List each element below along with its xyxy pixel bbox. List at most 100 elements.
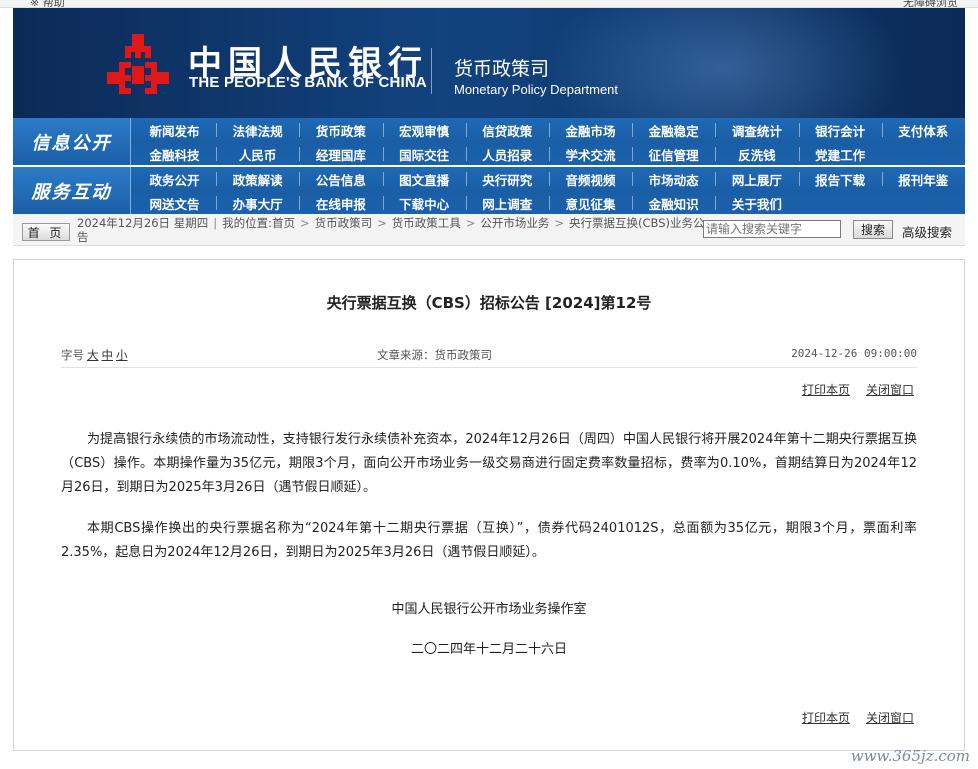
info-nav-item[interactable]: 党建工作 (799, 142, 882, 166)
article-title: 央行票据互换（CBS）招标公告 [2024]第12号 (326, 294, 652, 312)
info-nav-item[interactable]: 金融稳定 (632, 118, 715, 142)
info-nav-item[interactable]: 银行会计 (799, 118, 882, 142)
print-link[interactable]: 打印本页 (802, 711, 850, 725)
accessibility-link[interactable]: 无障碍浏览 (903, 0, 958, 7)
nav-separator (216, 123, 218, 137)
nav-grid-info: 新闻发布 法律法规 货币政策 宏观审慎 信贷政策 金融市场 金融稳定 调查统计 银行会计 支付体系… (133, 118, 965, 165)
banner-divider (431, 48, 432, 94)
nav-separator (216, 172, 218, 186)
font-size-selector: 字号大中小 (61, 347, 128, 363)
info-nav-item[interactable]: 反洗钱 (715, 142, 798, 166)
department-name-cn: 货币政策司 (454, 58, 550, 80)
nav-separator (465, 147, 467, 161)
article-paragraph: 为提高银行永续债的市场流动性，支持银行发行永续债补充资本，2024年12月26日… (61, 432, 917, 495)
info-nav-item[interactable]: 信贷政策 (466, 118, 549, 142)
service-nav-item[interactable]: 网上展厅 (715, 167, 798, 191)
service-nav-item[interactable]: 市场动态 (632, 167, 715, 191)
search-input[interactable] (703, 220, 841, 238)
main-navigation: 信息公开 新闻发布 法律法规 货币政策 宏观审慎 信贷政策 金融市场 金融稳定 调查统计 银行会… (13, 118, 965, 214)
article-sign-date: 二〇二四年十二月二十六日 (410, 642, 567, 657)
service-nav-item[interactable]: 下载中心 (383, 191, 466, 215)
nav-separator (798, 123, 800, 137)
nav-separator (715, 123, 717, 137)
info-nav-item[interactable]: 调查统计 (715, 118, 798, 142)
info-nav-item[interactable]: 法律法规 (216, 118, 299, 142)
bank-name-en: THE PEOPLE'S BANK OF CHINA (189, 74, 427, 91)
pboc-logo-icon[interactable] (105, 32, 171, 98)
info-nav-item[interactable]: 人民币 (216, 142, 299, 166)
info-nav-item[interactable]: 经理国库 (299, 142, 382, 166)
service-nav-item[interactable]: 报刊年鉴 (882, 167, 965, 191)
service-nav-item[interactable]: 网上调查 (466, 191, 549, 215)
nav-separator (549, 172, 550, 186)
info-nav-item[interactable]: 人员招录 (466, 142, 549, 166)
location-label[interactable]: 我的位置:首页 (222, 216, 295, 230)
info-nav-item[interactable]: 支付体系 (882, 118, 965, 142)
info-nav-item[interactable]: 国际交往 (383, 142, 466, 166)
font-size-large[interactable]: 大 (87, 348, 99, 362)
service-nav-item[interactable]: 音频视频 (549, 167, 632, 191)
help-link[interactable]: ※ 帮助 (30, 0, 65, 7)
nav-separator (382, 123, 384, 137)
service-nav-item[interactable]: 报告下载 (799, 167, 882, 191)
close-window-link[interactable]: 关闭窗口 (866, 711, 914, 725)
nav-separator (299, 123, 301, 137)
nav-separator (715, 172, 717, 186)
nav-separator (382, 172, 384, 186)
home-button[interactable]: 首 页 (22, 223, 70, 241)
nav-separator (881, 123, 883, 137)
nav-separator (549, 147, 550, 161)
service-nav-item[interactable]: 公告信息 (299, 167, 382, 191)
nav-separator (216, 147, 218, 161)
advanced-search-link[interactable]: 高级搜索 (902, 222, 952, 241)
info-nav-item[interactable]: 新闻发布 (133, 118, 216, 142)
article-datetime: 2024-12-26 09:00:00 (791, 347, 917, 360)
service-nav-item[interactable]: 意见征集 (549, 191, 632, 215)
nav-separator (382, 196, 384, 210)
nav-category-info: 信息公开 (13, 118, 131, 165)
nav-separator (798, 147, 800, 161)
service-nav-item[interactable]: 图文直播 (383, 167, 466, 191)
nav-separator (299, 147, 301, 161)
breadcrumb-item[interactable]: 货币政策工具 (392, 216, 461, 230)
service-nav-item[interactable]: 关于我们 (715, 191, 798, 215)
nav-category-service: 服务互动 (13, 167, 131, 214)
nav-band-info: 信息公开 新闻发布 法律法规 货币政策 宏观审慎 信贷政策 金融市场 金融稳定 调查统计 银行会… (13, 118, 965, 165)
service-nav-item[interactable]: 金融知识 (632, 191, 715, 215)
info-nav-item[interactable]: 学术交流 (549, 142, 632, 166)
close-window-link[interactable]: 关闭窗口 (866, 383, 914, 397)
meta-divider (61, 367, 917, 368)
nav-separator (382, 147, 384, 161)
service-nav-item[interactable]: 网送文告 (133, 191, 216, 215)
nav-grid-service: 政务公开 政策解读 公告信息 图文直播 央行研究 音频视频 市场动态 网上展厅 报告下载 报刊年鉴… (133, 167, 965, 214)
article-paragraph: 本期CBS操作换出的央行票据名称为“2024年第十二期央行票据（互换）”，债券代… (61, 521, 917, 560)
font-size-small[interactable]: 小 (116, 348, 128, 362)
article-source: 文章来源：货币政策司 (377, 348, 492, 362)
breadcrumb-item[interactable]: 公开市场业务 (480, 216, 549, 230)
info-nav-item[interactable]: 征信管理 (632, 142, 715, 166)
nav-separator (465, 172, 467, 186)
print-link[interactable]: 打印本页 (802, 383, 850, 397)
service-nav-item[interactable]: 政策解读 (216, 167, 299, 191)
article-panel: 央行票据互换（CBS）招标公告 [2024]第12号 字号大中小 文章来源：货币… (13, 259, 965, 751)
nav-separator (549, 196, 550, 210)
font-size-label: 字号 (61, 348, 84, 362)
info-nav-item[interactable]: 金融科技 (133, 142, 216, 166)
service-nav-item[interactable]: 办事大厅 (216, 191, 299, 215)
nav-separator (632, 172, 634, 186)
info-nav-item[interactable]: 金融市场 (549, 118, 632, 142)
info-nav-item[interactable]: 宏观审慎 (383, 118, 466, 142)
service-nav-item[interactable]: 政务公开 (133, 167, 216, 191)
nav-separator (881, 172, 883, 186)
breadcrumb-item[interactable]: 货币政策司 (315, 216, 373, 230)
department-name-en: Monetary Policy Department (454, 82, 619, 97)
font-size-medium[interactable]: 中 (102, 348, 114, 362)
top-utility-strip: ※ 帮助 无障碍浏览 (0, 0, 978, 8)
service-nav-item[interactable]: 在线申报 (299, 191, 382, 215)
current-date: 2024年12月26日 星期四 (77, 216, 209, 230)
nav-separator (632, 123, 634, 137)
info-nav-item[interactable]: 货币政策 (299, 118, 382, 142)
search-button[interactable]: 搜索 (853, 220, 893, 239)
service-nav-item[interactable]: 央行研究 (466, 167, 549, 191)
breadcrumb-bar: 首 页 2024年12月26日 星期四 | 我的位置:首页 > 货币政策司 > 货币政策工具… (13, 214, 965, 246)
